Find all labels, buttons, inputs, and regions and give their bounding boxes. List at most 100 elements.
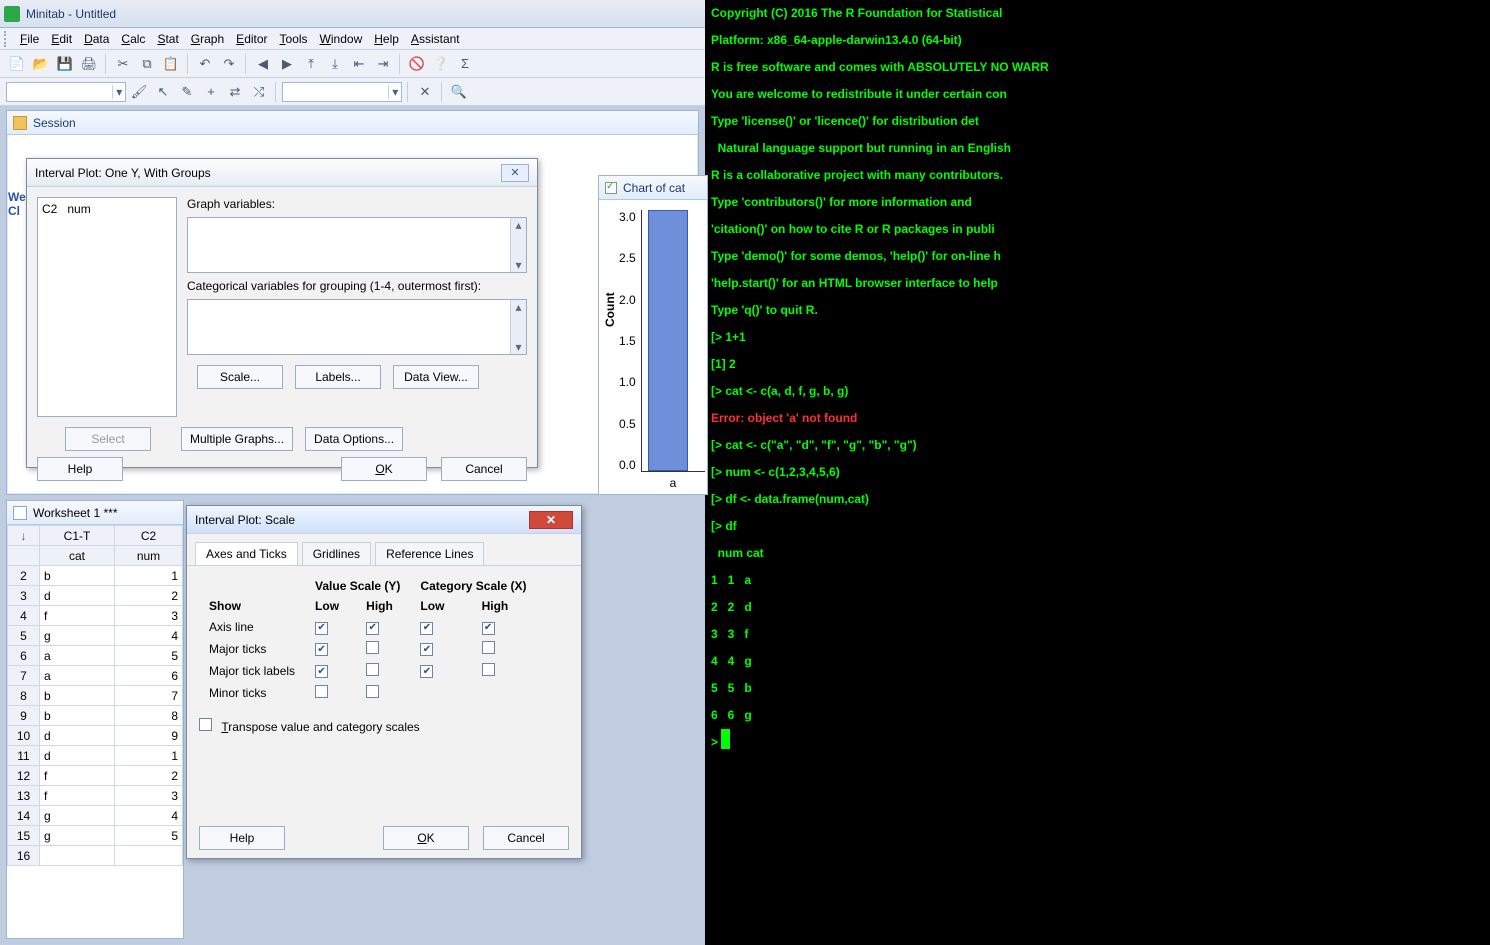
row-header[interactable]: 8	[8, 686, 40, 706]
table-row[interactable]: 4f3	[8, 606, 183, 626]
column-name[interactable]: cat	[40, 546, 115, 566]
help-button[interactable]: Help	[37, 457, 123, 481]
save-icon[interactable]: 💾	[54, 53, 76, 75]
tab-strip[interactable]: Axes and Ticks Gridlines Reference Lines	[187, 534, 581, 566]
cell-cat[interactable]: d	[40, 586, 115, 606]
dialog-header[interactable]: Interval Plot: Scale ✕	[187, 506, 581, 534]
scrollbar[interactable]: ▴▾	[510, 300, 526, 354]
row-header[interactable]: 4	[8, 606, 40, 626]
row-header[interactable]: 13	[8, 786, 40, 806]
cell-cat[interactable]: f	[40, 786, 115, 806]
cancel-icon[interactable]: 🚫	[406, 53, 428, 75]
pointer-icon[interactable]: ↖	[152, 81, 174, 103]
table-row[interactable]: 7a6	[8, 666, 183, 686]
open-icon[interactable]: 📂	[30, 53, 52, 75]
scale-dialog[interactable]: Interval Plot: Scale ✕ Axes and Ticks Gr…	[186, 505, 582, 859]
help-icon[interactable]: ❔	[430, 53, 452, 75]
checkbox[interactable]	[366, 622, 379, 635]
undo-icon[interactable]: ↶	[194, 53, 216, 75]
tab-axes-ticks[interactable]: Axes and Ticks	[195, 542, 298, 565]
redo-icon[interactable]: ↷	[218, 53, 240, 75]
table-row[interactable]: 12f2	[8, 766, 183, 786]
row-header[interactable]: 2	[8, 566, 40, 586]
name-row-header[interactable]	[8, 546, 40, 566]
menu-data[interactable]: Data	[78, 30, 115, 48]
cell-cat[interactable]: f	[40, 606, 115, 626]
table-row[interactable]: 6a5	[8, 646, 183, 666]
row-header[interactable]: 16	[8, 846, 40, 866]
row-header[interactable]: 6	[8, 646, 40, 666]
variable-combo[interactable]: ▾	[6, 82, 126, 102]
data-options-button[interactable]: Data Options...	[305, 427, 403, 451]
table-row[interactable]: 16	[8, 846, 183, 866]
cell-num[interactable]: 4	[114, 806, 182, 826]
table-row[interactable]: 10d9	[8, 726, 183, 746]
checkbox[interactable]	[420, 643, 433, 656]
menu-graph[interactable]: Graph	[185, 30, 230, 48]
row-header[interactable]: 12	[8, 766, 40, 786]
cell-num[interactable]	[114, 846, 182, 866]
cell-num[interactable]: 4	[114, 626, 182, 646]
worksheet-grid[interactable]: ↓ C1-T C2 cat num 2b13d24f35g46a57a68b79…	[7, 525, 183, 866]
table-row[interactable]: 5g4	[8, 626, 183, 646]
cut-icon[interactable]: ✂	[112, 53, 134, 75]
transpose-checkbox[interactable]	[199, 718, 212, 731]
prev-icon[interactable]: ◀	[252, 53, 274, 75]
new-icon[interactable]: 📄	[6, 53, 28, 75]
cell-num[interactable]: 5	[114, 826, 182, 846]
toolbar-1[interactable]: 📄📂💾🖨✂⧉📋↶↷◀▶⤒⤓⇤⇥🚫❔Σ	[0, 50, 705, 78]
color-combo-input[interactable]	[283, 83, 388, 101]
row-header[interactable]: 15	[8, 826, 40, 846]
close-icon[interactable]: ✕	[414, 81, 436, 103]
graph-variables-input[interactable]: ▴▾	[187, 217, 527, 273]
cell-num[interactable]: 2	[114, 766, 182, 786]
labels-button[interactable]: Labels...	[295, 365, 381, 389]
chevron-down-icon[interactable]: ▾	[388, 85, 401, 99]
checkbox[interactable]	[482, 663, 495, 676]
checkbox[interactable]	[315, 643, 328, 656]
cell-cat[interactable]: g	[40, 826, 115, 846]
checkbox[interactable]	[315, 685, 328, 698]
checkbox[interactable]	[420, 622, 433, 635]
cell-num[interactable]: 7	[114, 686, 182, 706]
print-icon[interactable]: 🖨	[78, 53, 100, 75]
cell-cat[interactable]: b	[40, 686, 115, 706]
cell-num[interactable]: 2	[114, 586, 182, 606]
paste-icon[interactable]: 📋	[160, 53, 182, 75]
table-row[interactable]: 3d2	[8, 586, 183, 606]
checkbox[interactable]	[482, 641, 495, 654]
cell-cat[interactable]	[40, 846, 115, 866]
menu-help[interactable]: Help	[368, 30, 405, 48]
cell-cat[interactable]: b	[40, 706, 115, 726]
menu-calc[interactable]: Calc	[115, 30, 151, 48]
variable-list[interactable]: C2 num	[37, 197, 177, 417]
ok-button[interactable]: OK	[383, 826, 469, 850]
cell-num[interactable]: 8	[114, 706, 182, 726]
row-header[interactable]: 5	[8, 626, 40, 646]
checkbox[interactable]	[366, 685, 379, 698]
checkbox[interactable]	[315, 622, 328, 635]
categorical-variables-input[interactable]: ▴▾	[187, 299, 527, 355]
cell-cat[interactable]: b	[40, 566, 115, 586]
interval-plot-dialog[interactable]: Interval Plot: One Y, With Groups ✕ C2 n…	[26, 158, 538, 468]
chart-window-header[interactable]: Chart of cat	[599, 176, 707, 200]
color-combo[interactable]: ▾	[282, 82, 402, 102]
checkbox[interactable]	[366, 663, 379, 676]
worksheet-header[interactable]: Worksheet 1 ***	[7, 501, 183, 525]
cell-num[interactable]: 5	[114, 646, 182, 666]
row-header[interactable]: 9	[8, 706, 40, 726]
help-button[interactable]: Help	[199, 826, 285, 850]
menu-stat[interactable]: Stat	[151, 30, 184, 48]
title-bar[interactable]: Minitab - Untitled	[0, 0, 705, 28]
row-header[interactable]: 7	[8, 666, 40, 686]
column-header[interactable]: C1-T	[40, 526, 115, 546]
checkbox[interactable]	[315, 665, 328, 678]
cell-num[interactable]: 3	[114, 786, 182, 806]
checkbox[interactable]	[420, 665, 433, 678]
menu-window[interactable]: Window	[314, 30, 369, 48]
checkbox[interactable]	[366, 641, 379, 654]
row-direction-cell[interactable]: ↓	[8, 526, 40, 546]
row-header[interactable]: 11	[8, 746, 40, 766]
scroll-down-icon[interactable]: ▾	[515, 258, 521, 272]
row-header[interactable]: 10	[8, 726, 40, 746]
